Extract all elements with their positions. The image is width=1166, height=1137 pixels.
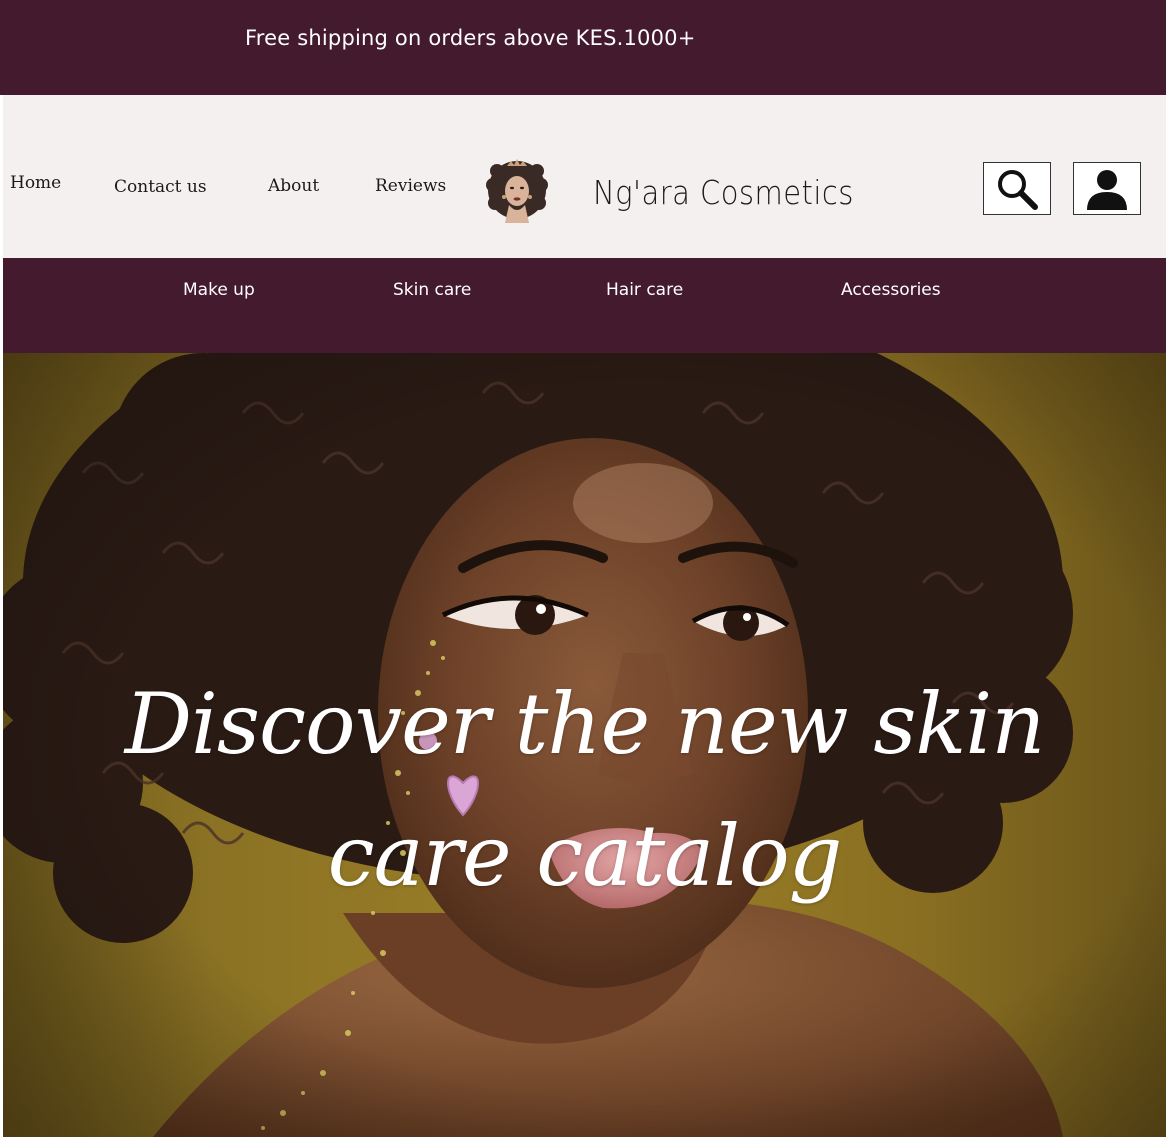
nav-contact-link[interactable]: Contact us — [114, 177, 207, 197]
search-icon — [998, 169, 1038, 210]
nav-about-link[interactable]: About — [268, 176, 319, 196]
category-skincare-link[interactable]: Skin care — [393, 280, 471, 300]
nav-home-link[interactable]: Home — [10, 173, 61, 193]
search-button[interactable] — [983, 162, 1051, 215]
nav-reviews-link[interactable]: Reviews — [375, 176, 446, 196]
hero-title-line1: Discover the new skin — [124, 675, 1046, 773]
user-icon — [1087, 169, 1127, 210]
category-accessories-link[interactable]: Accessories — [841, 280, 941, 300]
hero-title: Discover the new skin care catalog — [3, 658, 1166, 922]
brand-name[interactable]: Ng'ara Cosmetics — [593, 173, 854, 212]
hero-title-line2: care catalog — [327, 807, 843, 905]
site-header: Home Contact us About Reviews Ng'ara Cos… — [3, 95, 1166, 258]
hero-banner[interactable]: Discover the new skin care catalog — [3, 353, 1166, 1137]
brand-logo-icon[interactable] — [485, 157, 549, 223]
promo-text: Free shipping on orders above KES.1000+ — [245, 26, 696, 50]
category-makeup-link[interactable]: Make up — [183, 280, 255, 300]
category-nav: Make up Skin care Hair care Accessories — [3, 258, 1166, 353]
category-haircare-link[interactable]: Hair care — [606, 280, 683, 300]
promo-banner: Free shipping on orders above KES.1000+ — [0, 0, 1166, 95]
account-button[interactable] — [1073, 162, 1141, 215]
page: Free shipping on orders above KES.1000+ … — [0, 0, 1166, 1137]
